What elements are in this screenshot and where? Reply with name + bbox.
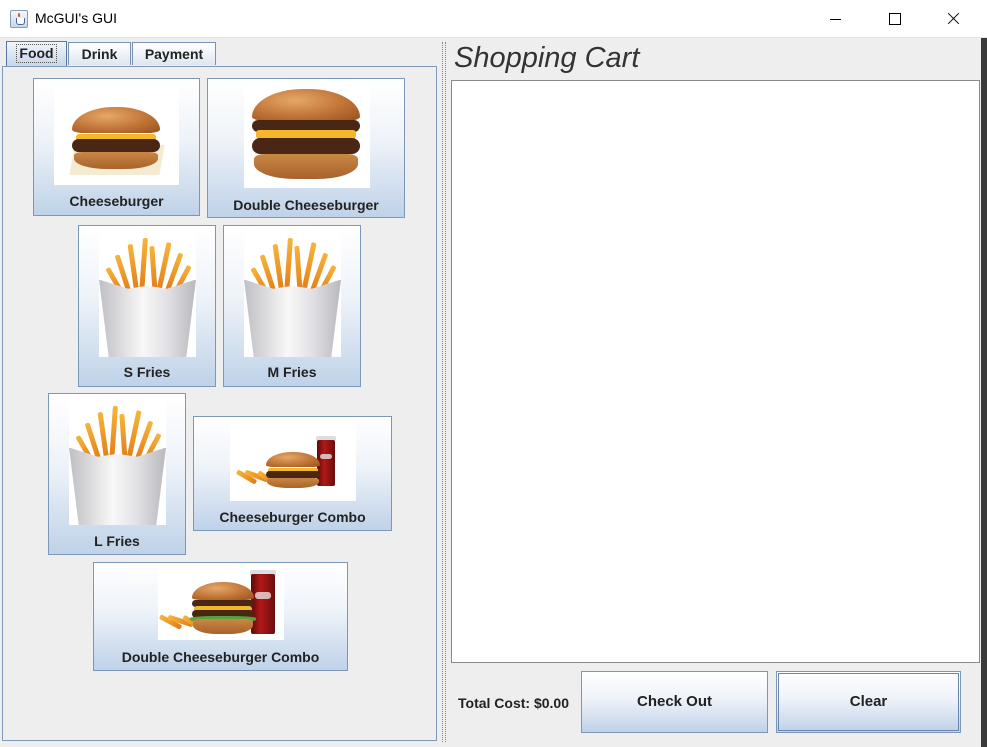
- clear-button[interactable]: Clear: [776, 671, 961, 733]
- m-fries-label: M Fries: [267, 364, 317, 380]
- m-fries-button[interactable]: M Fries: [223, 225, 361, 387]
- double-cheeseburger-combo-label: Double Cheeseburger Combo: [121, 649, 320, 665]
- cheeseburger-button[interactable]: Cheeseburger: [33, 78, 200, 216]
- check-out-button[interactable]: Check Out: [581, 671, 768, 733]
- double-cheeseburger-combo-image: [158, 568, 284, 640]
- maximize-button[interactable]: [866, 0, 924, 38]
- tab-drink-label: Drink: [81, 46, 118, 62]
- double-cheeseburger-image: [244, 83, 370, 188]
- total-cost-label: Total Cost: $0.00: [458, 695, 569, 711]
- shopping-cart-title: Shopping Cart: [454, 42, 640, 74]
- window-title-bar[interactable]: McGUI's GUI: [0, 0, 987, 38]
- s-fries-button[interactable]: S Fries: [78, 225, 216, 387]
- cheeseburger-combo-image: [230, 422, 356, 501]
- window-content: Food Drink Payment Cheeseburger Double C…: [0, 38, 987, 747]
- window-title: McGUI's GUI: [35, 10, 118, 26]
- m-fries-image: [244, 232, 341, 357]
- shopping-cart-list[interactable]: [451, 80, 980, 663]
- cheeseburger-combo-button[interactable]: Cheeseburger Combo: [193, 416, 392, 531]
- tab-food[interactable]: Food: [6, 41, 67, 66]
- double-cheeseburger-button[interactable]: Double Cheeseburger: [207, 78, 405, 218]
- split-pane-divider[interactable]: [438, 38, 447, 747]
- double-cheeseburger-combo-button[interactable]: Double Cheeseburger Combo: [93, 562, 348, 671]
- food-tab-panel: Cheeseburger Double Cheeseburger S Fries…: [2, 66, 437, 741]
- double-cheeseburger-label: Double Cheeseburger: [233, 197, 379, 213]
- close-button[interactable]: [924, 0, 982, 38]
- l-fries-image: [69, 400, 166, 525]
- java-cup-icon: [10, 10, 28, 28]
- cheeseburger-combo-label: Cheeseburger Combo: [219, 509, 366, 525]
- l-fries-label: L Fries: [94, 533, 140, 549]
- desktop-background-edge: [981, 38, 987, 747]
- minimize-button[interactable]: [808, 0, 866, 38]
- tab-payment[interactable]: Payment: [132, 42, 216, 65]
- cheeseburger-label: Cheeseburger: [69, 193, 164, 209]
- s-fries-image: [99, 232, 196, 357]
- tab-drink[interactable]: Drink: [68, 42, 131, 65]
- l-fries-button[interactable]: L Fries: [48, 393, 186, 555]
- tab-payment-label: Payment: [144, 46, 204, 62]
- s-fries-label: S Fries: [123, 364, 171, 380]
- cheeseburger-image: [54, 85, 179, 185]
- tab-food-label: Food: [16, 44, 57, 63]
